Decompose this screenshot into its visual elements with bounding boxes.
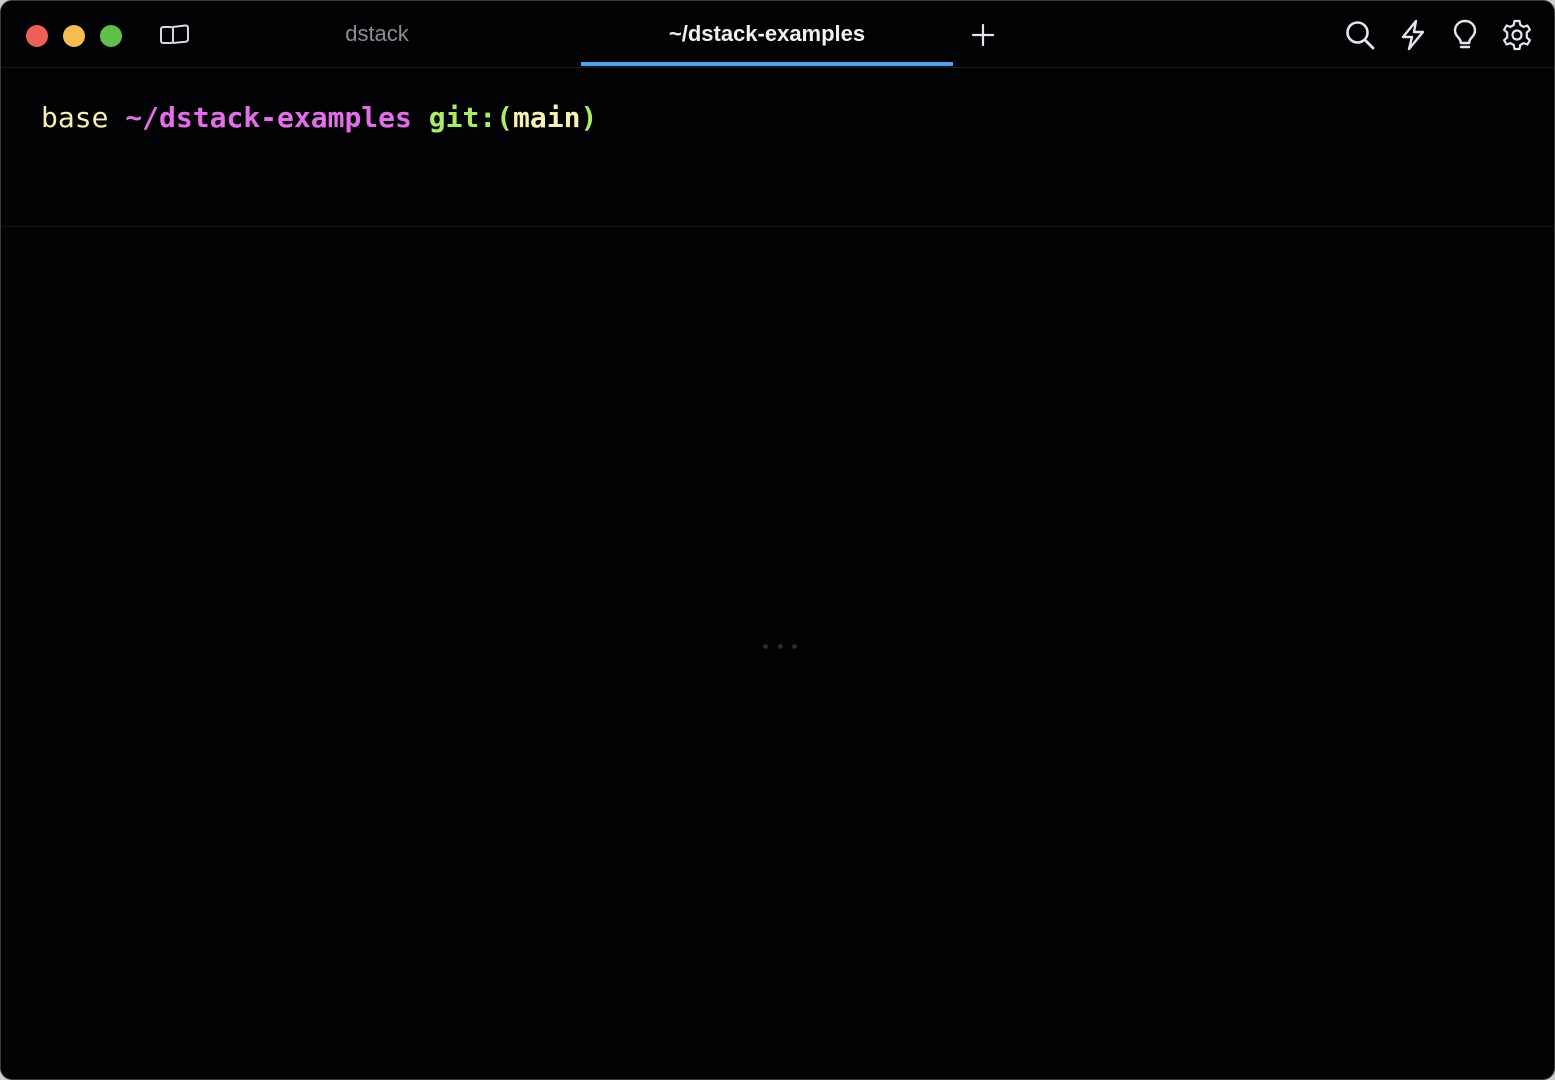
minimize-window-button[interactable] <box>63 25 85 47</box>
prompt-path: ~/dstack-examples <box>125 101 412 134</box>
handle-dot <box>792 644 797 649</box>
close-window-button[interactable] <box>26 25 48 47</box>
plus-icon <box>971 23 995 47</box>
lightbulb-icon[interactable] <box>1448 18 1482 52</box>
maximize-window-button[interactable] <box>100 25 122 47</box>
new-tab-button[interactable] <box>967 19 999 51</box>
shell-prompt: base ~/dstack-examples git:(main) <box>41 101 597 134</box>
terminal-window: dstack ~/dstack-examples base ~/dstack-e… <box>0 0 1555 1080</box>
sidebar-toggle-icon[interactable] <box>159 23 191 47</box>
handle-dot <box>763 644 768 649</box>
lightning-icon[interactable] <box>1396 18 1430 52</box>
tab-dstack-examples[interactable]: ~/dstack-examples <box>581 1 953 67</box>
search-icon[interactable] <box>1343 18 1377 52</box>
tab-dstack[interactable]: dstack <box>191 1 563 67</box>
title-bar: dstack ~/dstack-examples <box>1 1 1554 68</box>
prompt-branch: main <box>513 101 581 134</box>
prompt-env: base <box>41 101 109 134</box>
command-block[interactable]: base ~/dstack-examples git:(main) <box>1 68 1554 227</box>
tab-label: dstack <box>345 21 409 46</box>
handle-dot <box>777 644 783 649</box>
prompt-git-suffix: ) <box>580 101 598 134</box>
pane-resize-handle[interactable] <box>763 644 797 652</box>
tab-label: ~/dstack-examples <box>668 21 866 46</box>
prompt-git-prefix: git:( <box>428 101 514 134</box>
gear-icon[interactable] <box>1500 18 1534 52</box>
